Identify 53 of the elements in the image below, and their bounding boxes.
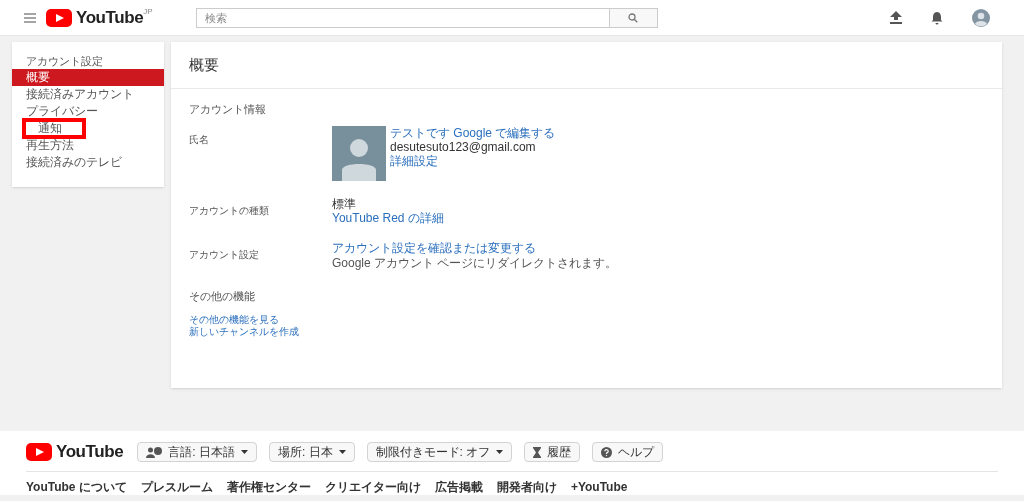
sidebar-item[interactable]: プライバシー [12, 103, 164, 120]
sidebar-title: アカウント設定 [25, 54, 104, 69]
play-icon [46, 8, 72, 27]
footer-link[interactable]: 広告掲載 [434, 478, 483, 496]
section-heading: アカウント情報 [189, 102, 267, 117]
sidebar-item[interactable]: 概要 [12, 69, 164, 86]
feature-link[interactable]: その他の機能を見る [189, 313, 984, 326]
sidebar-item[interactable]: 通知 [24, 120, 84, 137]
sidebar-item[interactable]: 接続済みアカウント [12, 86, 164, 103]
footer-link[interactable]: +YouTube [570, 478, 628, 496]
profile-picture [332, 125, 386, 181]
help-icon [601, 446, 613, 458]
footer-link[interactable]: YouTube について [26, 478, 127, 496]
region-label: JP [143, 6, 153, 16]
field-label: 氏名 [189, 133, 209, 145]
footer-button[interactable]: 制限付きモード: オフ [366, 442, 513, 462]
logo-text[interactable]: YouTube [76, 4, 144, 31]
footer-link[interactable]: 開発者向け [496, 478, 557, 496]
edit-name-link[interactable]: テストです Google で編集する [390, 125, 556, 140]
advanced-settings-link[interactable]: 詳細設定 [390, 153, 556, 168]
caret-icon [240, 450, 248, 454]
account-settings-link[interactable]: アカウント設定を確認または変更する [332, 240, 618, 255]
footer-button[interactable]: 履歴 [524, 442, 581, 462]
hourglass-icon [533, 446, 542, 458]
page-title: 概要 [171, 42, 1002, 89]
feature-link[interactable]: 新しいチャンネルを作成 [189, 325, 984, 338]
sidebar-item[interactable]: 接続済みのテレビ [12, 154, 164, 171]
avatar-icon[interactable] [972, 8, 990, 27]
search-field[interactable]: 検索 [195, 7, 610, 28]
footer-button[interactable]: 場所: 日本 [268, 442, 355, 462]
menu-icon[interactable] [24, 12, 36, 23]
field-label: アカウント設定 [189, 248, 259, 260]
footer-link[interactable]: 著作権センター [226, 478, 311, 496]
search-button[interactable] [609, 7, 658, 28]
caret-icon [338, 450, 346, 454]
bell-icon[interactable] [931, 10, 943, 25]
redirect-note: Google アカウント ページにリダイレクトされます。 [332, 255, 618, 270]
footer-button[interactable]: ヘルプ [592, 442, 664, 462]
person-help-icon [146, 446, 163, 458]
account-type-text: 標準 [332, 196, 357, 211]
footer-button[interactable]: 言語: 日本語 [137, 442, 257, 462]
upload-icon[interactable] [890, 11, 902, 24]
logo-text[interactable]: YouTube [56, 439, 124, 465]
caret-icon [496, 450, 504, 454]
field-label: アカウントの種類 [189, 204, 269, 216]
details-link[interactable]: YouTube Red の詳細 [332, 210, 444, 225]
play-icon [26, 443, 52, 461]
footer-link[interactable]: プレスルーム [140, 478, 213, 496]
section-heading: その他の機能 [189, 289, 256, 302]
email-text: desutesuto123@gmail.com [390, 139, 537, 154]
footer-link[interactable]: クリエイター向け [324, 478, 421, 496]
search-icon [628, 12, 639, 23]
sidebar-item[interactable]: 再生方法 [12, 137, 164, 154]
